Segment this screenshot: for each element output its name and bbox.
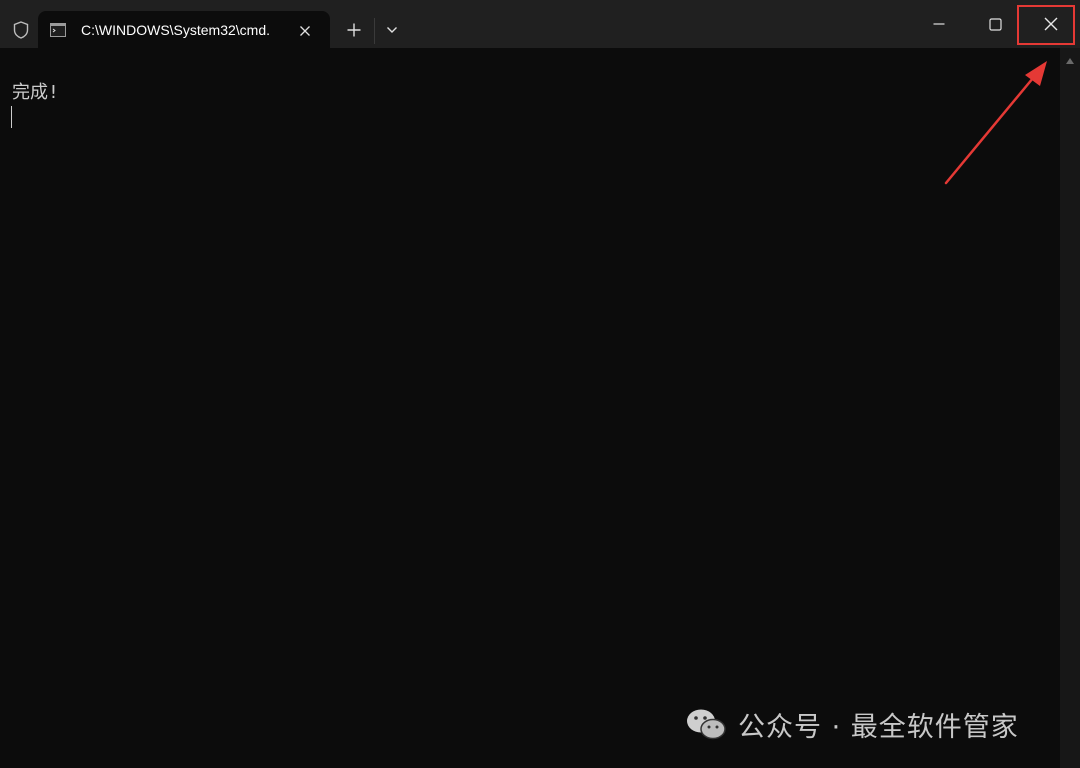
watermark: 公众号 · 最全软件管家: [684, 704, 1019, 744]
tab-separator: [374, 18, 375, 44]
tab-cmd[interactable]: C:\WINDOWS\System32\cmd.: [38, 11, 330, 49]
text-cursor: [11, 106, 12, 128]
watermark-text: 公众号 · 最全软件管家: [738, 711, 1019, 743]
tab-title: C:\WINDOWS\System32\cmd.: [81, 22, 271, 38]
console-output: 完成!: [12, 82, 59, 103]
terminal-icon: [50, 22, 66, 38]
minimize-button[interactable]: [916, 6, 962, 42]
close-highlight-box: [1017, 5, 1075, 45]
red-arrow-annotation: [944, 61, 1047, 185]
dropdown-button[interactable]: [378, 16, 406, 44]
title-bar[interactable]: C:\WINDOWS\System32\cmd.: [0, 0, 1080, 49]
scrollbar[interactable]: [1060, 48, 1080, 768]
minimize-icon: [933, 23, 945, 25]
plus-icon: [347, 23, 361, 37]
tab-close-icon[interactable]: [294, 20, 316, 42]
maximize-button[interactable]: [972, 6, 1018, 42]
wechat-icon: [687, 709, 726, 740]
terminal-window: C:\WINDOWS\System32\cmd. 完成! 公众号 · 最全软件管…: [0, 0, 1080, 768]
new-tab-button[interactable]: [338, 16, 370, 44]
chevron-down-icon: [387, 27, 397, 33]
scroll-up-arrow-icon[interactable]: [1064, 56, 1076, 66]
maximize-icon: [988, 17, 1002, 31]
console-area[interactable]: 完成!: [0, 48, 1060, 768]
shield-icon[interactable]: [10, 19, 32, 41]
